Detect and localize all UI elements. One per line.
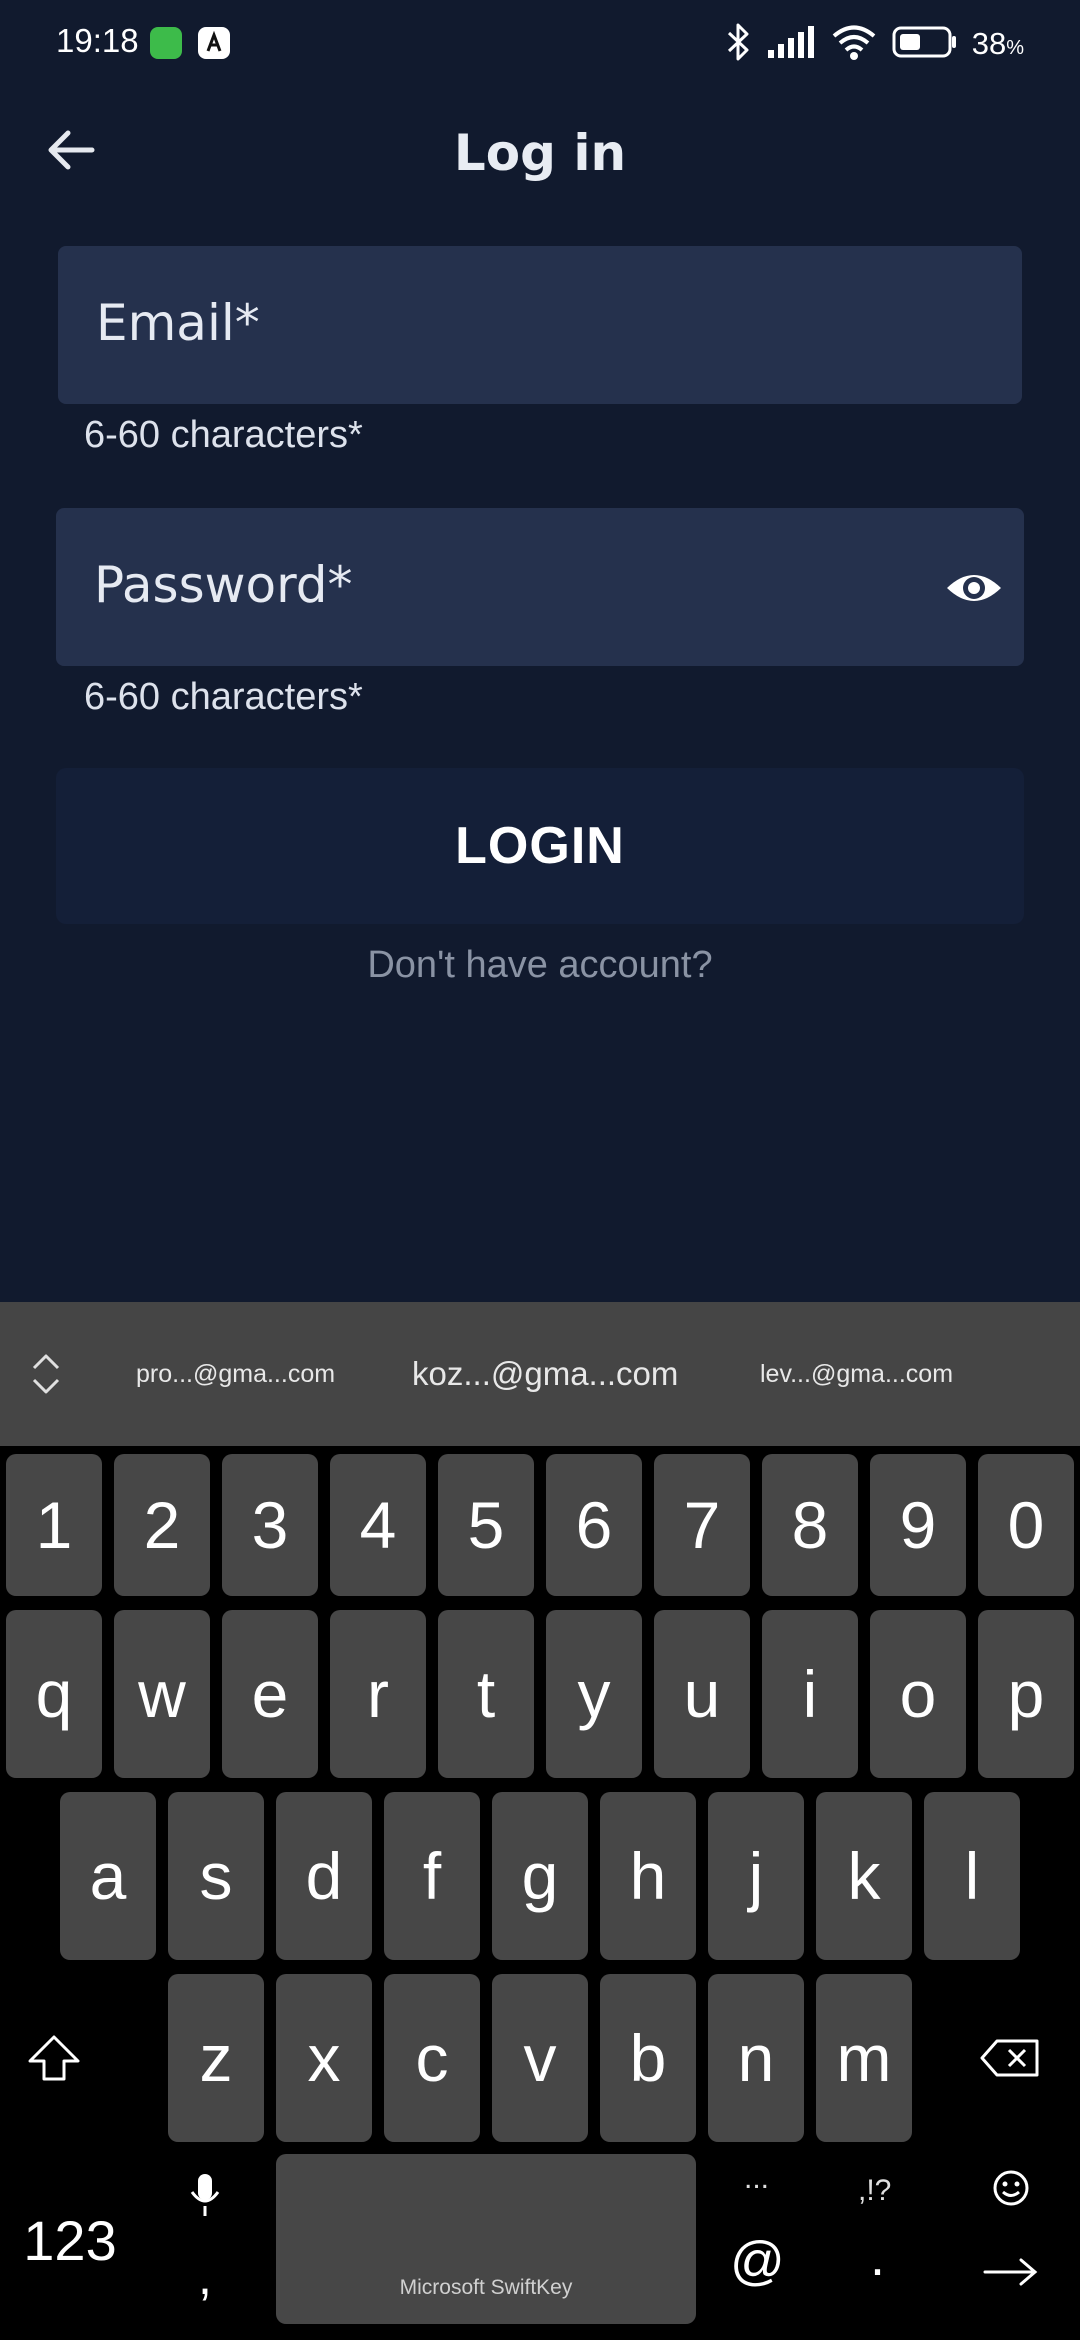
key-c[interactable]: c xyxy=(384,1974,480,2142)
at-key-label: @ xyxy=(730,2231,785,2291)
status-right: 38% xyxy=(726,20,1024,68)
key-2[interactable]: 2 xyxy=(114,1454,210,1596)
key-y[interactable]: y xyxy=(546,1610,642,1778)
period-key-label: . xyxy=(870,2227,886,2287)
suggestion-2[interactable]: koz...@gma...com xyxy=(412,1302,678,1446)
suggestion-3[interactable]: lev...@gma...com xyxy=(760,1302,953,1446)
key-s[interactable]: s xyxy=(168,1792,264,1960)
key-z[interactable]: z xyxy=(168,1974,264,2142)
key-v[interactable]: v xyxy=(492,1974,588,2142)
notification-app-icon-2 xyxy=(198,27,230,59)
space-key[interactable]: Microsoft SwiftKey xyxy=(276,2154,696,2324)
wifi-icon xyxy=(830,23,878,65)
period-key[interactable]: ,!? . xyxy=(836,2160,916,2320)
bluetooth-icon xyxy=(726,22,752,66)
key-w[interactable]: w xyxy=(114,1610,210,1778)
backspace-key[interactable] xyxy=(970,2010,1050,2106)
battery-icon xyxy=(892,25,958,63)
key-a[interactable]: a xyxy=(60,1792,156,1960)
ellipsis-hint: ... xyxy=(744,2162,770,2195)
key-x[interactable]: x xyxy=(276,1974,372,2142)
password-field[interactable]: Password* xyxy=(56,508,1024,666)
key-e[interactable]: e xyxy=(222,1610,318,1778)
suggestion-bar: pro...@gma...com koz...@gma...com lev...… xyxy=(0,1302,1080,1446)
key-1[interactable]: 1 xyxy=(6,1454,102,1596)
password-label: Password* xyxy=(94,556,353,614)
key-j[interactable]: j xyxy=(708,1792,804,1960)
status-bar: 19:18 38% xyxy=(0,0,1080,90)
punctuation-hint: ,!? xyxy=(858,2174,892,2207)
notification-app-icon xyxy=(150,27,182,59)
status-time: 19:18 xyxy=(56,22,139,59)
password-hint: 6-60 characters* xyxy=(84,676,363,718)
comma-key: , xyxy=(198,2249,212,2305)
key-0[interactable]: 0 xyxy=(978,1454,1074,1596)
signal-icon xyxy=(766,24,816,64)
key-d[interactable]: d xyxy=(276,1792,372,1960)
email-label: Email* xyxy=(96,294,260,352)
key-q[interactable]: q xyxy=(6,1610,102,1778)
voice-comma-key[interactable]: , xyxy=(160,2160,250,2320)
key-t[interactable]: t xyxy=(438,1610,534,1778)
key-4[interactable]: 4 xyxy=(330,1454,426,1596)
email-field[interactable]: Email* xyxy=(58,246,1022,404)
arrow-right-icon xyxy=(983,2258,1038,2286)
key-5[interactable]: 5 xyxy=(438,1454,534,1596)
key-h[interactable]: h xyxy=(600,1792,696,1960)
key-f[interactable]: f xyxy=(384,1792,480,1960)
numbers-key[interactable]: 123 xyxy=(0,2190,140,2290)
eye-icon[interactable] xyxy=(944,560,1004,616)
key-8[interactable]: 8 xyxy=(762,1454,858,1596)
email-hint: 6-60 characters* xyxy=(84,414,363,456)
signup-link[interactable]: Don't have account? xyxy=(0,944,1080,987)
key-p[interactable]: p xyxy=(978,1610,1074,1778)
suggestion-1[interactable]: pro...@gma...com xyxy=(136,1302,335,1446)
key-m[interactable]: m xyxy=(816,1974,912,2142)
key-r[interactable]: r xyxy=(330,1610,426,1778)
key-o[interactable]: o xyxy=(870,1610,966,1778)
enter-key[interactable] xyxy=(976,2160,1046,2320)
emoji-icon xyxy=(993,2170,1029,2206)
key-k[interactable]: k xyxy=(816,1792,912,1960)
key-g[interactable]: g xyxy=(492,1792,588,1960)
space-key-label: Microsoft SwiftKey xyxy=(399,2276,573,2299)
key-3[interactable]: 3 xyxy=(222,1454,318,1596)
expand-toolbar-icon[interactable] xyxy=(28,1352,64,1396)
key-7[interactable]: 7 xyxy=(654,1454,750,1596)
key-b[interactable]: b xyxy=(600,1974,696,2142)
key-9[interactable]: 9 xyxy=(870,1454,966,1596)
login-button[interactable]: LOGIN xyxy=(56,768,1024,924)
battery-level: 38% xyxy=(971,26,1024,61)
key-n[interactable]: n xyxy=(708,1974,804,2142)
page-title: Log in xyxy=(453,124,627,182)
backspace-icon xyxy=(980,2039,1039,2077)
key-u[interactable]: u xyxy=(654,1610,750,1778)
key-6[interactable]: 6 xyxy=(546,1454,642,1596)
key-i[interactable]: i xyxy=(762,1610,858,1778)
shift-key[interactable] xyxy=(0,2010,108,2106)
key-l[interactable]: l xyxy=(924,1792,1020,1960)
at-key[interactable]: ... @ xyxy=(716,2160,796,2320)
